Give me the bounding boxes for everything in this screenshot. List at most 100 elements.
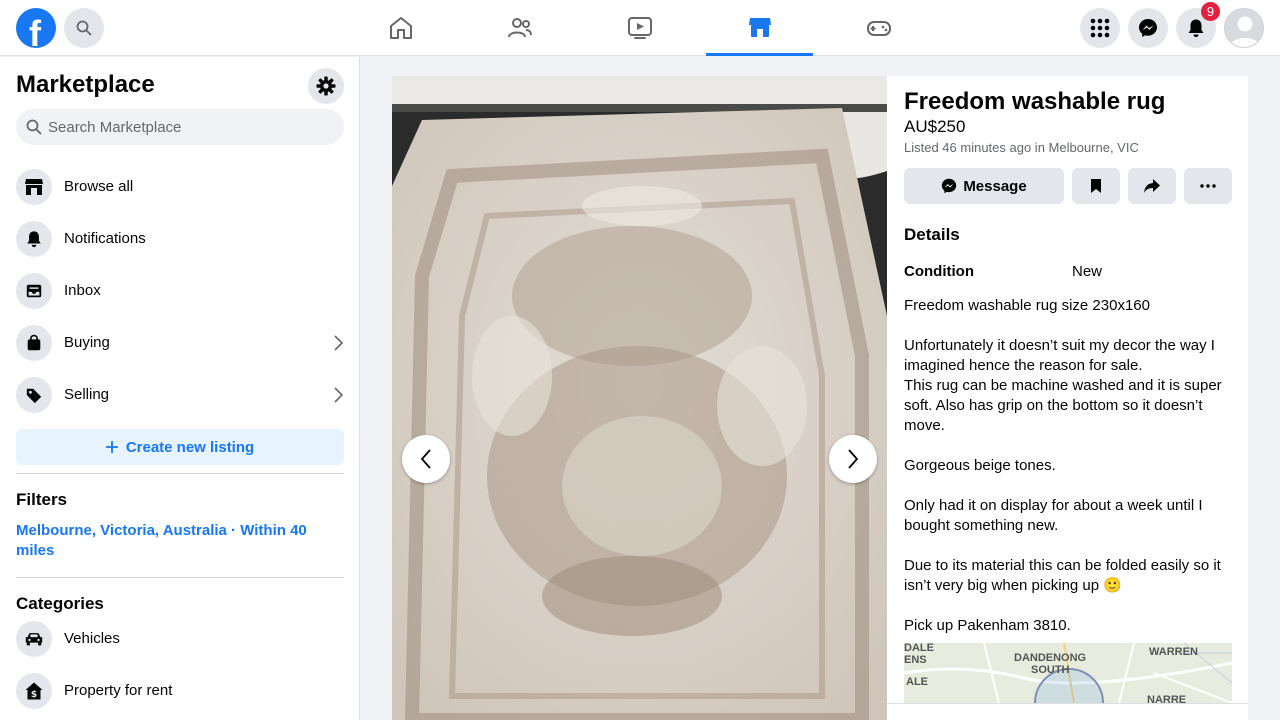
sidebar-item-label: Browse all xyxy=(64,178,134,195)
chevron-right-icon xyxy=(848,449,859,469)
filters-heading: Filters xyxy=(16,490,68,509)
categories-heading: Categories xyxy=(16,594,104,613)
search-icon xyxy=(76,20,92,36)
chevron-right-icon xyxy=(334,387,344,403)
property-icon-wrap: $ xyxy=(16,673,52,709)
ellipsis-icon xyxy=(1200,184,1216,188)
gaming-icon xyxy=(866,21,891,36)
condition-value: New xyxy=(1072,263,1103,280)
sidebar-item-buying[interactable]: Buying xyxy=(8,317,352,369)
map-label: DALE xyxy=(904,643,934,654)
car-icon xyxy=(25,633,43,646)
listing-title: Freedom washable rug xyxy=(904,88,1166,115)
inbox-icon-wrap xyxy=(16,273,52,309)
sidebar-item-label: Buying xyxy=(64,334,110,351)
map-label: NARRE xyxy=(1147,694,1187,704)
location-map[interactable]: DALE ENS ALE DANDENONG SOUTH WARREN NARR… xyxy=(904,643,1232,703)
settings-button[interactable] xyxy=(308,68,344,104)
map-label: ALE xyxy=(906,676,928,688)
details-heading: Details xyxy=(904,225,960,244)
notification-count-badge: 9 xyxy=(1201,2,1220,21)
tab-watch[interactable] xyxy=(586,0,693,56)
home-icon xyxy=(389,17,412,39)
tab-home[interactable] xyxy=(347,0,454,56)
tab-marketplace[interactable] xyxy=(706,0,813,56)
menu-button[interactable] xyxy=(1080,8,1120,48)
save-button[interactable] xyxy=(1072,168,1120,204)
sidebar-item-browse-all[interactable]: Browse all xyxy=(8,161,352,213)
price-tag-icon xyxy=(26,388,42,404)
top-navigation-bar: f 9 xyxy=(0,0,1280,56)
divider xyxy=(16,577,344,578)
listing-price: AU$250 xyxy=(904,117,966,136)
sidebar-item-label: Inbox xyxy=(64,282,101,299)
buying-icon-wrap xyxy=(16,325,52,361)
panel-footer xyxy=(887,703,1248,720)
map-label: DANDENONG xyxy=(1014,652,1087,664)
category-vehicles[interactable]: Vehicles xyxy=(8,613,352,665)
tab-gaming[interactable] xyxy=(825,0,932,56)
share-icon xyxy=(1144,179,1160,193)
storefront-icon xyxy=(25,179,43,195)
map-label: ENS xyxy=(904,654,927,666)
notifications-button[interactable]: 9 xyxy=(1176,2,1220,48)
map-label: WARREN xyxy=(1149,646,1198,658)
page-title: Marketplace xyxy=(16,71,155,98)
tab-friends[interactable] xyxy=(466,0,573,56)
notifications-icon-wrap xyxy=(16,221,52,257)
facebook-logo[interactable]: f xyxy=(16,8,56,48)
default-avatar-icon xyxy=(1230,16,1260,47)
inbox-icon xyxy=(26,284,42,298)
listing-meta: Listed 46 minutes ago in Melbourne, VIC xyxy=(904,140,1139,155)
messenger-icon xyxy=(1139,19,1157,37)
create-new-listing-button[interactable]: Create new listing xyxy=(16,429,344,465)
shopping-bag-icon xyxy=(27,334,41,351)
category-property-for-rent[interactable]: $ Property for rent xyxy=(8,665,352,717)
gear-icon xyxy=(316,76,336,96)
divider xyxy=(16,473,344,474)
search-icon xyxy=(26,119,42,135)
sidebar-item-inbox[interactable]: Inbox xyxy=(8,265,352,317)
sidebar-item-label: Vehicles xyxy=(64,630,120,647)
avatar[interactable] xyxy=(1224,8,1264,48)
house-dollar-icon: $ xyxy=(25,682,43,700)
next-photo-button[interactable] xyxy=(829,435,877,483)
marketplace-search xyxy=(16,109,344,145)
chevron-left-icon xyxy=(420,449,431,469)
sidebar-item-label: Property for rent xyxy=(64,682,173,699)
listing-details-panel: Freedom washable rug AU$250 Listed 46 mi… xyxy=(887,76,1248,720)
location-filter-link[interactable]: Melbourne, Victoria, Australia · Within … xyxy=(16,521,336,561)
sidebar-item-selling[interactable]: Selling xyxy=(8,369,352,421)
more-options-button[interactable] xyxy=(1184,168,1232,204)
selling-icon-wrap xyxy=(16,377,52,413)
message-button-label: Message xyxy=(963,177,1027,195)
messenger-icon xyxy=(942,178,957,194)
share-button[interactable] xyxy=(1128,168,1176,204)
previous-photo-button[interactable] xyxy=(402,435,450,483)
listing-description: Freedom washable rug size 230x160 Unfort… xyxy=(904,297,1222,634)
vehicles-icon-wrap xyxy=(16,621,52,657)
browse-all-icon-wrap xyxy=(16,169,52,205)
create-listing-label: Create new listing xyxy=(125,438,255,456)
bell-icon xyxy=(1188,19,1204,37)
search-button[interactable] xyxy=(64,8,104,48)
grid-menu-icon xyxy=(1090,18,1110,38)
condition-label: Condition xyxy=(904,263,974,280)
rug-photo-illustration xyxy=(392,76,887,720)
bell-icon xyxy=(27,231,41,248)
sidebar-item-label: Selling xyxy=(64,386,110,403)
marketplace-icon xyxy=(748,17,771,37)
search-input[interactable] xyxy=(48,109,338,145)
watch-icon xyxy=(627,17,652,39)
svg-text:$: $ xyxy=(31,690,37,700)
sidebar-item-label: Notifications xyxy=(64,230,146,247)
message-button[interactable]: Message xyxy=(904,168,1064,204)
plus-icon xyxy=(105,441,118,453)
sidebar-item-notifications[interactable]: Notifications xyxy=(8,213,352,265)
friends-icon xyxy=(507,18,532,38)
messenger-button[interactable] xyxy=(1128,8,1168,48)
chevron-right-icon xyxy=(334,335,344,351)
marketplace-sidebar: Marketplace Browse all Notifications Inb… xyxy=(0,57,360,720)
bookmark-icon xyxy=(1091,179,1101,193)
map-label: SOUTH xyxy=(1031,664,1070,676)
